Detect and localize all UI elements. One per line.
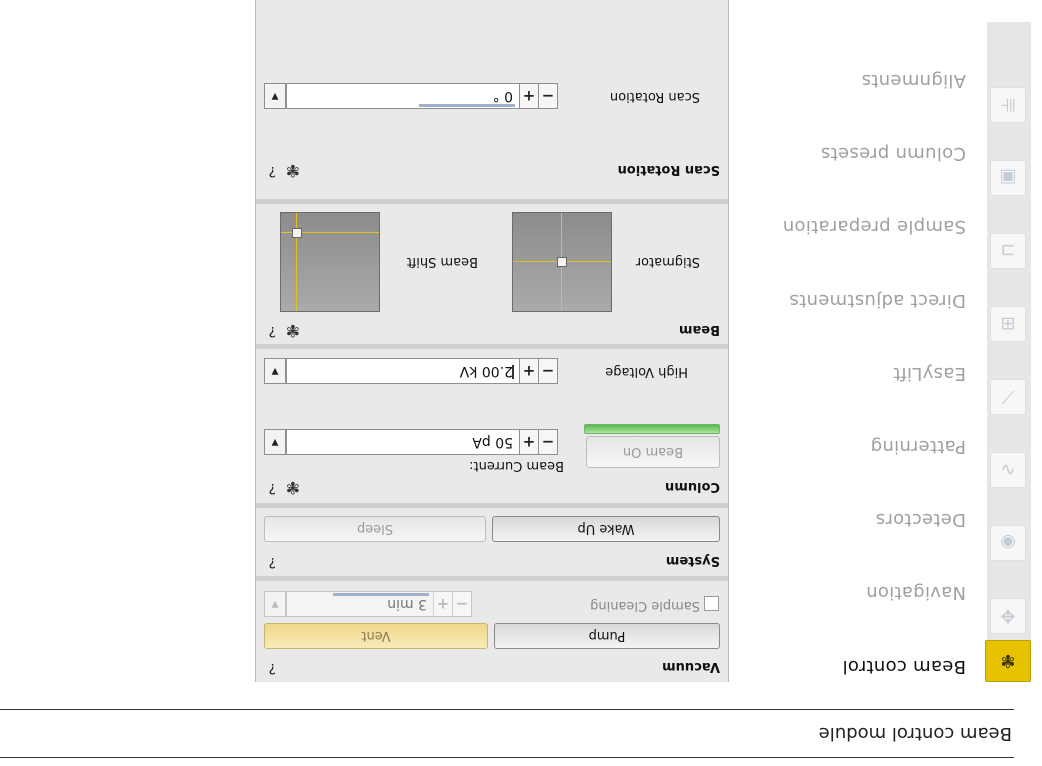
scan-rotation-title: Scan Rotation [617,162,720,177]
module-item-direct-adjustments[interactable]: Direct adjustments [789,290,966,311]
system-title: System [665,553,720,568]
eye-icon[interactable]: ◉ [990,525,1026,561]
module-item-navigation[interactable]: Navigation [866,582,966,603]
increment-button[interactable]: + [519,430,538,454]
scan-rotation-dropdown[interactable]: ▼ [264,83,286,109]
beam-current-value[interactable]: 50 pA [287,430,519,454]
high-voltage-label: High Voltage [605,364,688,379]
caption-rule-top [0,757,1014,758]
decrement-button[interactable]: − [452,592,471,616]
sleep-button[interactable]: Sleep [264,516,486,542]
stigmator-handle[interactable] [557,257,567,267]
screenshot-canvas: Beam control module ✾ ✥ ◉ ∿ ⟋ ⊞ ⊐ ▣ ⊪ Be… [0,0,1042,766]
wave-icon[interactable]: ∿ [990,452,1026,488]
high-voltage-value-text: 2.00 kV [459,363,513,379]
system-help-icon[interactable]: ? [269,554,276,570]
group-separator [256,199,728,204]
presets-icon[interactable]: ▣ [990,160,1026,196]
figure-caption: Beam control module [818,723,1012,744]
beam-status-led [584,424,720,434]
beam-shift-pad[interactable] [280,212,380,312]
module-item-easylift[interactable]: EasyLift [893,363,966,384]
column-help-icon[interactable]: ? [269,480,276,496]
beam-current-dropdown[interactable]: ▼ [264,429,286,455]
beam-settings-icon[interactable]: ✾ [286,320,300,340]
pump-button[interactable]: Pump [494,623,720,649]
beam-shift-label: Beam Shift [406,254,478,269]
module-item-beam-control[interactable]: Beam control [842,656,966,677]
scan-settings-icon[interactable]: ✾ [286,160,300,180]
beam-control-panel: Vacuum ? Pump Vent Sample Cleaning − + 3… [255,0,729,682]
vacuum-help-icon[interactable]: ? [269,660,276,676]
increment-button[interactable]: + [433,592,452,616]
group-separator [256,344,728,349]
wake-up-button[interactable]: Wake Up [492,516,720,542]
stigmator-label: Stigmator [635,254,700,269]
beam-shift-handle[interactable] [292,228,302,238]
beam-help-icon[interactable]: ? [269,323,276,339]
sample-cleaning-dropdown[interactable]: ▼ [264,591,286,617]
sample-cleaning-value-text: 3 min [387,596,427,612]
module-item-patterning[interactable]: Patterning [870,436,966,457]
beam-title: Beam [678,322,720,337]
decrement-button[interactable]: − [538,430,557,454]
group-separator [256,576,728,581]
increment-button[interactable]: + [519,84,538,108]
scan-help-icon[interactable]: ? [269,163,276,179]
module-item-detectors[interactable]: Detectors [875,509,966,530]
text-cursor [512,365,514,379]
module-item-column-presets[interactable]: Column presets [821,143,966,164]
hierarchy-icon[interactable]: ⊐ [990,233,1026,269]
adjust-icon[interactable]: ⊞ [990,306,1026,342]
sample-cleaning-label: Sample Cleaning [590,598,700,613]
sample-cleaning-value[interactable]: 3 min [287,592,433,616]
beam-on-button[interactable]: Beam On [586,436,720,468]
group-separator [256,503,728,508]
scan-rotation-progress [419,104,515,107]
sample-cleaning-stepper[interactable]: − + 3 min [286,591,472,617]
high-voltage-value[interactable]: 2.00 kV [287,359,519,383]
stigmator-pad[interactable] [512,212,612,312]
decrement-button[interactable]: − [538,359,557,383]
decrement-button[interactable]: − [538,84,557,108]
needle-icon[interactable]: ⟋ [990,379,1026,415]
scan-rotation-value[interactable]: 0 ° [287,84,519,108]
caption-rule-bottom [0,709,1014,710]
scan-rotation-label: Scan Rotation [609,89,700,104]
vacuum-title: Vacuum [662,659,720,674]
scan-rotation-stepper[interactable]: − + 0 ° [286,83,558,109]
increment-button[interactable]: + [519,359,538,383]
beam-current-label: Beam Current: [469,458,564,473]
sample-cleaning-progress [333,593,429,596]
sample-cleaning-checkbox[interactable] [704,596,719,611]
module-icon-bar: ✾ ✥ ◉ ∿ ⟋ ⊞ ⊐ ▣ ⊪ [985,22,1031,682]
high-voltage-dropdown[interactable]: ▼ [264,358,286,384]
vent-button[interactable]: Vent [264,623,488,649]
high-voltage-stepper[interactable]: − + 2.00 kV [286,358,558,384]
atom-icon[interactable]: ✾ [985,640,1031,682]
column-title: Column [665,479,720,494]
scan-rotation-value-text: 0 ° [492,88,513,104]
column-settings-icon[interactable]: ✾ [286,477,300,497]
module-item-alignments[interactable]: Alignments [861,70,966,91]
beam-current-stepper[interactable]: − + 50 pA [286,429,558,455]
sliders-icon[interactable]: ⊪ [990,87,1026,123]
module-item-sample-preparation[interactable]: Sample preparation [783,216,966,237]
navigation-icon[interactable]: ✥ [990,598,1026,634]
